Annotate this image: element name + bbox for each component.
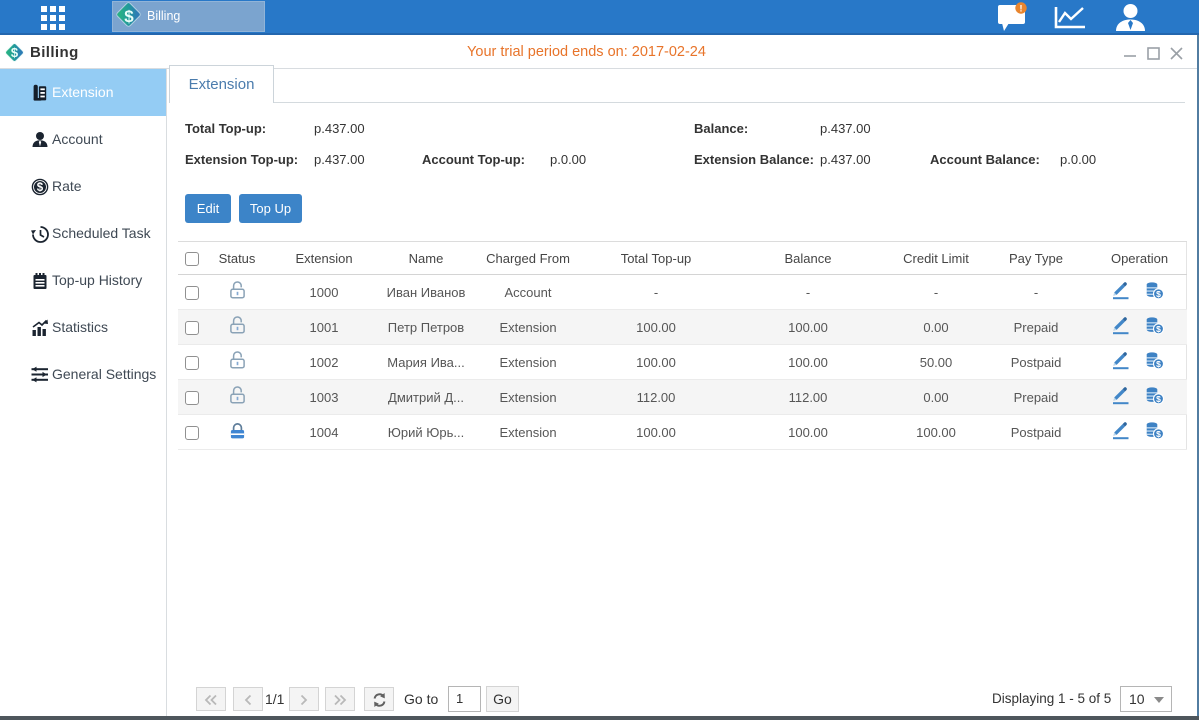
svg-text:$: $ xyxy=(1156,359,1161,369)
svg-text:$: $ xyxy=(1156,394,1161,404)
svg-text:$: $ xyxy=(1156,429,1161,439)
svg-text:!: ! xyxy=(1020,4,1023,14)
svg-text:$: $ xyxy=(37,182,44,194)
svg-text:$: $ xyxy=(1156,289,1161,299)
svg-text:$: $ xyxy=(1156,324,1161,334)
